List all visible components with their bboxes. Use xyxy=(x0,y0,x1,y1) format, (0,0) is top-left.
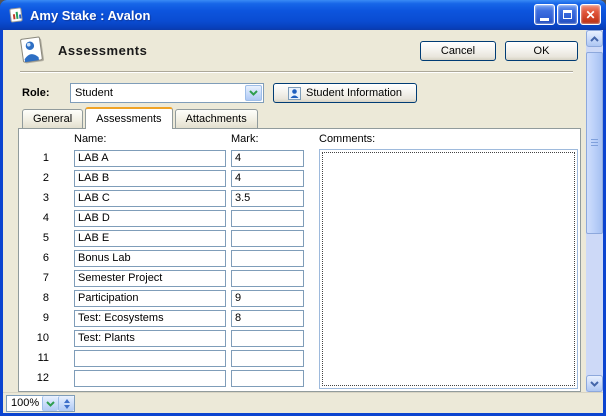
role-select[interactable]: Student xyxy=(70,83,264,103)
assessment-mark-input[interactable] xyxy=(231,310,304,327)
person-icon xyxy=(288,87,301,100)
assessment-name-input[interactable] xyxy=(74,190,226,207)
assessment-name-input[interactable] xyxy=(74,150,226,167)
tab-attachments[interactable]: Attachments xyxy=(175,109,258,128)
stepper-down-icon xyxy=(64,405,70,409)
close-button[interactable]: ✕ xyxy=(580,4,601,25)
comments-focus-border xyxy=(322,152,575,386)
row-number: 3 xyxy=(19,192,49,204)
row-number: 12 xyxy=(19,372,49,384)
table-row: 6 xyxy=(19,248,319,268)
zoom-control: 100% xyxy=(6,395,75,412)
scroll-up-button[interactable] xyxy=(586,30,603,47)
student-information-label: Student Information xyxy=(306,87,402,99)
assessment-name-input[interactable] xyxy=(74,170,226,187)
assessment-mark-input[interactable] xyxy=(231,350,304,367)
dialog-window: Amy Stake : Avalon ✕ Assessments Cancel … xyxy=(0,0,606,416)
person-card-icon xyxy=(17,35,47,65)
assessment-name-input[interactable] xyxy=(74,310,226,327)
assessment-name-input[interactable] xyxy=(74,250,226,267)
comments-textarea[interactable] xyxy=(323,153,574,385)
tab-bar: General Assessments Attachments xyxy=(22,106,260,128)
tab-general[interactable]: General xyxy=(22,109,83,128)
comments-label: Comments: xyxy=(319,133,375,145)
zoom-dropdown-button[interactable] xyxy=(42,396,58,411)
role-selected-value: Student xyxy=(75,87,113,99)
title-bar[interactable]: Amy Stake : Avalon ✕ xyxy=(0,0,606,30)
role-label: Role: xyxy=(22,87,50,99)
assessment-mark-input[interactable] xyxy=(231,190,304,207)
assessment-mark-input[interactable] xyxy=(231,370,304,387)
vertical-scrollbar[interactable] xyxy=(586,30,603,392)
chevron-down-icon xyxy=(46,401,55,407)
mark-column-header: Mark: xyxy=(231,133,259,145)
row-number: 4 xyxy=(19,212,49,224)
header-divider xyxy=(20,71,573,73)
assessment-mark-input[interactable] xyxy=(231,230,304,247)
row-number: 6 xyxy=(19,252,49,264)
chevron-up-icon xyxy=(590,36,599,42)
assessment-mark-input[interactable] xyxy=(231,270,304,287)
zoom-stepper[interactable] xyxy=(58,396,74,411)
assessment-rows: 1 2 3 4 5 6 7 8 9 xyxy=(19,148,319,388)
assessment-mark-input[interactable] xyxy=(231,250,304,267)
app-icon xyxy=(8,7,25,24)
assessment-mark-input[interactable] xyxy=(231,210,304,227)
assessment-name-input[interactable] xyxy=(74,210,226,227)
minimize-icon xyxy=(540,18,549,21)
row-number: 5 xyxy=(19,232,49,244)
name-column-header: Name: xyxy=(74,133,106,145)
dialog-content: Assessments Cancel OK Role: Student Stud… xyxy=(3,30,603,413)
zoom-value: 100% xyxy=(7,396,42,411)
assessment-name-input[interactable] xyxy=(74,290,226,307)
status-bar: 100% xyxy=(3,392,603,413)
table-row: 10 xyxy=(19,328,319,348)
table-row: 11 xyxy=(19,348,319,368)
row-number: 7 xyxy=(19,272,49,284)
table-row: 9 xyxy=(19,308,319,328)
table-row: 3 xyxy=(19,188,319,208)
row-number: 8 xyxy=(19,292,49,304)
chevron-down-icon[interactable] xyxy=(245,85,262,101)
scroll-down-button[interactable] xyxy=(586,375,603,392)
table-row: 4 xyxy=(19,208,319,228)
maximize-button[interactable] xyxy=(557,4,578,25)
assessment-mark-input[interactable] xyxy=(231,150,304,167)
scrollbar-thumb[interactable] xyxy=(586,52,603,234)
scrollbar-grip-icon xyxy=(591,139,598,147)
assessment-mark-input[interactable] xyxy=(231,290,304,307)
row-number: 10 xyxy=(19,332,49,344)
assessment-name-input[interactable] xyxy=(74,370,226,387)
assessment-mark-input[interactable] xyxy=(231,170,304,187)
table-row: 2 xyxy=(19,168,319,188)
tab-assessments[interactable]: Assessments xyxy=(85,107,172,129)
student-information-button[interactable]: Student Information xyxy=(273,83,417,103)
table-row: 5 xyxy=(19,228,319,248)
table-row: 7 xyxy=(19,268,319,288)
table-row: 8 xyxy=(19,288,319,308)
stepper-up-icon xyxy=(64,399,70,403)
row-number: 11 xyxy=(19,352,49,364)
assessment-mark-input[interactable] xyxy=(231,330,304,347)
assessment-name-input[interactable] xyxy=(74,230,226,247)
cancel-button[interactable]: Cancel xyxy=(420,41,496,61)
maximize-icon xyxy=(563,10,572,19)
minimize-button[interactable] xyxy=(534,4,555,25)
comments-box xyxy=(319,149,578,389)
window-title: Amy Stake : Avalon xyxy=(30,8,150,23)
row-number: 2 xyxy=(19,172,49,184)
close-icon: ✕ xyxy=(585,9,595,21)
row-number: 9 xyxy=(19,312,49,324)
assessment-name-input[interactable] xyxy=(74,270,226,287)
table-row: 1 xyxy=(19,148,319,168)
table-row: 12 xyxy=(19,368,319,388)
page-title: Assessments xyxy=(58,43,147,58)
row-number: 1 xyxy=(19,152,49,164)
assessment-name-input[interactable] xyxy=(74,330,226,347)
assessment-name-input[interactable] xyxy=(74,350,226,367)
chevron-down-icon xyxy=(590,381,599,387)
assessments-panel: Name: Mark: Comments: 1 2 3 4 5 6 7 xyxy=(18,128,581,392)
ok-button[interactable]: OK xyxy=(505,41,578,61)
